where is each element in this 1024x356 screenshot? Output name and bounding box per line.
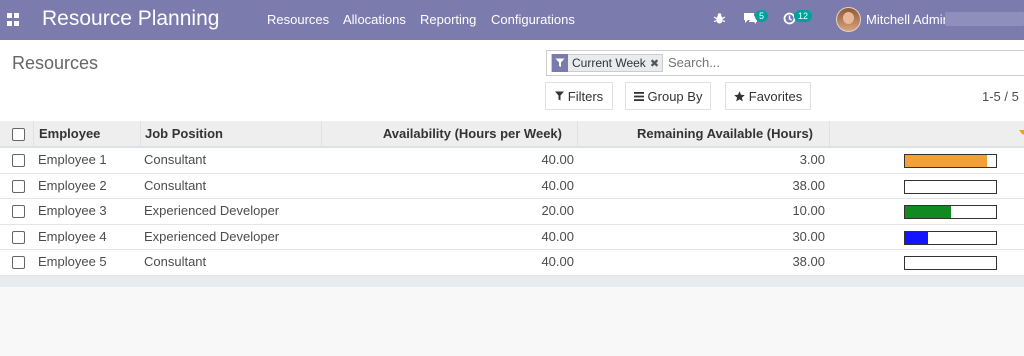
database-name-redacted [945,12,1024,26]
progress-fill [905,155,987,167]
cell-employee: Employee 5 [38,254,107,270]
cell-availability: 40.00 [541,228,574,244]
debug-bug-icon[interactable] [713,12,726,28]
cell-employee: Employee 2 [38,177,107,193]
cell-employee: Employee 1 [38,152,107,167]
search-facet[interactable]: Current Week ✖ [551,54,664,72]
row-checkbox[interactable] [12,256,25,270]
table-row[interactable]: Employee 3 Experienced Developer 20.00 10.0… [0,199,1024,225]
favorites-button[interactable]: Favorites [725,82,811,110]
search-input[interactable] [666,54,1000,71]
cell-remaining: 3.00 [799,152,825,167]
header-availability[interactable]: Availability (Hours per Week) [322,121,562,146]
menu-resources[interactable]: Resources [267,12,329,27]
header-remaining[interactable]: Remaining Available (Hours) [578,121,813,146]
pager-value[interactable]: 1-5 / 5 [982,89,1019,104]
filter-funnel-icon [552,54,568,72]
header-job-position[interactable]: Job Position [145,121,223,146]
progress-fill [905,206,951,219]
table-row[interactable]: Employee 1 Consultant 40.00 3.00 [0,148,1024,174]
row-checkbox[interactable] [12,230,25,244]
cell-job-position: Consultant [144,152,207,167]
allocation-progress-bar [904,256,997,271]
search-bar[interactable]: Current Week ✖ [546,50,1024,76]
select-all-checkbox[interactable] [12,128,25,141]
table-header: Employee Job Position Availability (Hour… [0,121,1024,148]
header-employee[interactable]: Employee [39,121,100,146]
row-checkbox[interactable] [12,205,25,219]
allocation-progress-bar [904,154,997,168]
cell-availability: 40.00 [541,177,574,193]
facet-label: Current Week [572,56,646,70]
cell-remaining: 38.00 [792,254,825,270]
table-row[interactable]: Employee 2 Consultant 40.00 38.00 [0,173,1024,200]
menu-configurations[interactable]: Configurations [491,12,575,27]
column-options-caret-icon[interactable] [1019,130,1024,135]
menu-allocations[interactable]: Allocations [343,12,406,27]
cell-remaining: 38.00 [792,177,825,193]
cell-job-position: Experienced Developer [144,228,280,244]
list-bars-icon [633,91,644,101]
cell-job-position: Consultant [144,254,207,270]
table-row[interactable]: Employee 5 Consultant 40.00 38.00 [0,250,1024,276]
row-checkbox[interactable] [12,154,25,167]
cell-availability: 20.00 [541,203,574,219]
control-panel: Resources Current Week ✖ Filters Group B… [0,40,1024,122]
user-name[interactable]: Mitchell Admin [866,12,950,27]
cell-employee: Employee 3 [38,203,107,219]
group-by-button[interactable]: Group By [625,82,711,110]
top-navbar: Resource Planning Resources Allocations … [0,0,1024,40]
table-row[interactable]: Employee 4 Experienced Developer 40.00 30.0… [0,224,1024,251]
group-by-label: Group By [647,88,703,104]
user-avatar[interactable] [836,7,861,32]
resources-table: Employee Job Position Availability (Hour… [0,121,1024,276]
facet-remove-icon[interactable]: ✖ [650,57,662,70]
activities-badge: 12 [794,10,813,22]
cell-employee: Employee 4 [38,228,107,244]
favorites-label: Favorites [748,88,803,104]
app-title[interactable]: Resource Planning [42,7,219,31]
allocation-progress-bar [904,230,997,245]
cell-availability: 40.00 [541,152,574,167]
messages-badge: 5 [755,10,769,22]
apps-menu-icon[interactable] [7,13,20,26]
star-icon [733,90,745,101]
cell-availability: 40.00 [541,254,574,270]
progress-fill [905,231,928,244]
cell-job-position: Consultant [144,177,207,193]
allocation-progress-bar [904,179,997,194]
menu-reporting[interactable]: Reporting [420,12,476,27]
filters-label: Filters [567,88,604,104]
cell-remaining: 30.00 [792,228,825,244]
allocation-progress-bar [904,205,997,220]
cell-remaining: 10.00 [792,203,825,219]
breadcrumb: Resources [12,53,99,73]
list-footer [0,276,1024,287]
cell-job-position: Experienced Developer [144,203,280,219]
row-checkbox[interactable] [12,179,25,193]
filters-button[interactable]: Filters [545,82,613,110]
filter-icon [554,91,564,101]
